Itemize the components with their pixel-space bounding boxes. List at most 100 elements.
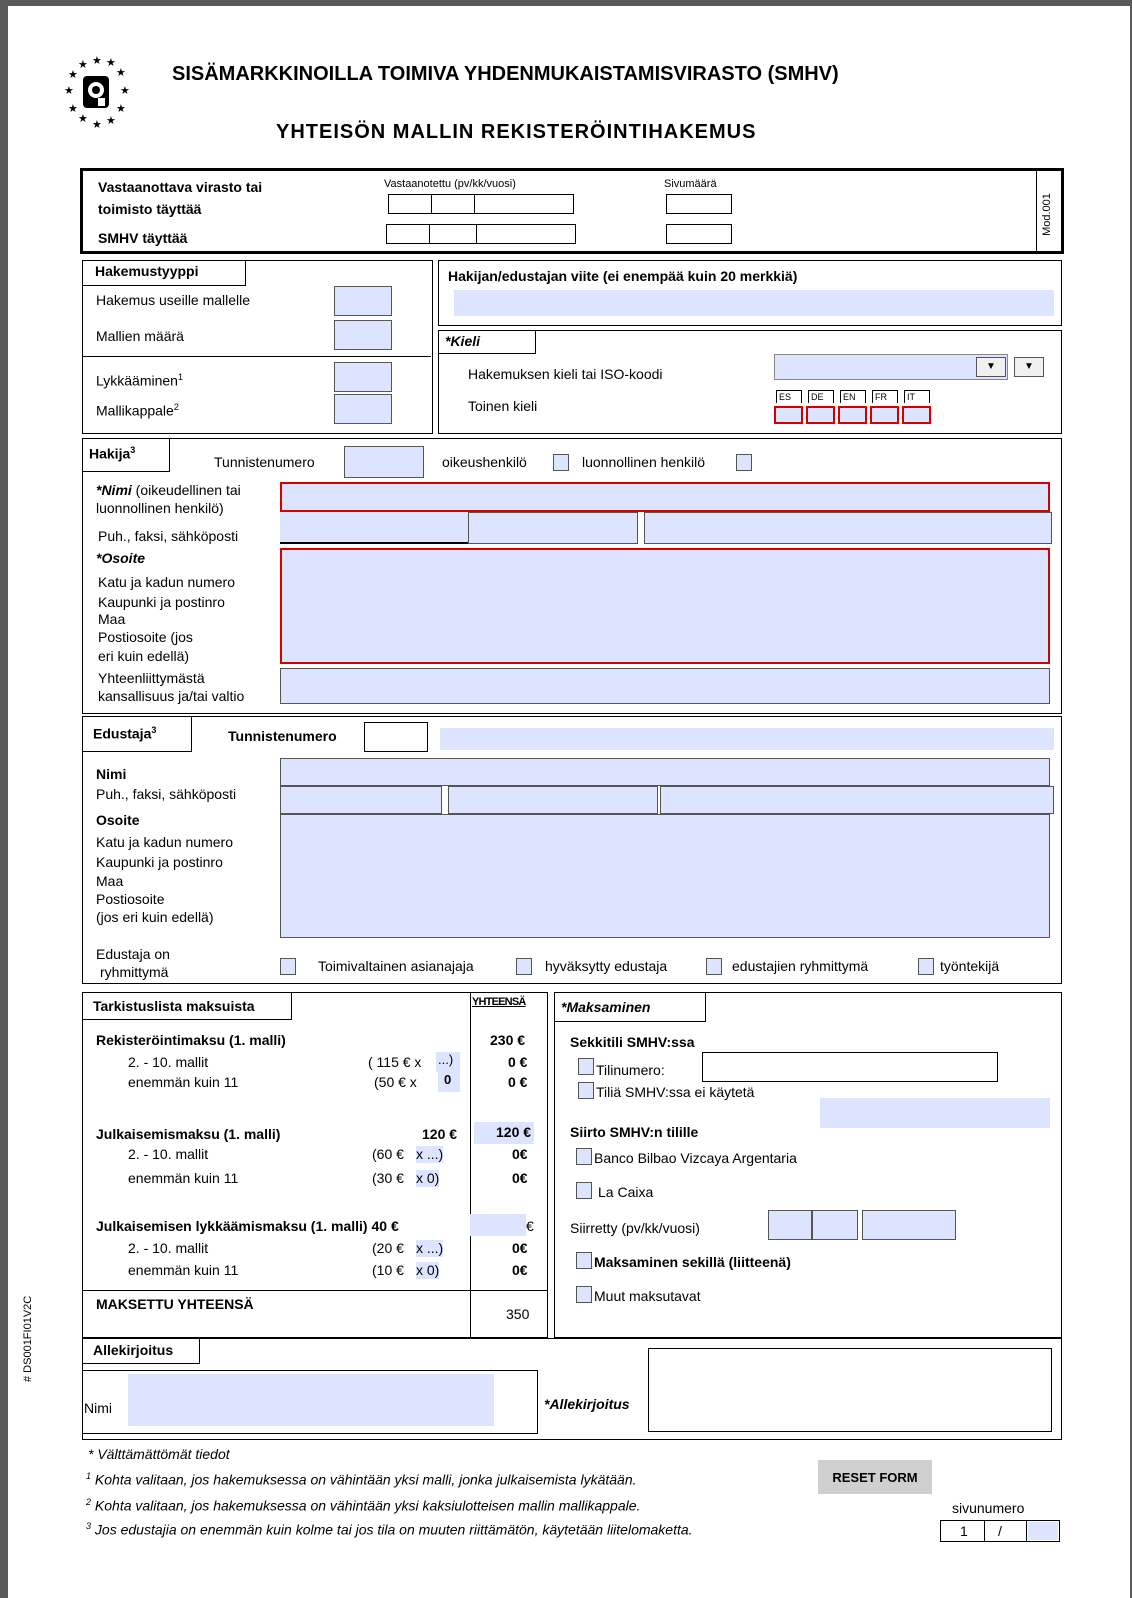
pub-fee-row2-count[interactable]: x ...) bbox=[416, 1146, 444, 1163]
rep-phone-field[interactable] bbox=[280, 786, 442, 814]
fees-total-col-header: YHTEENSÄ bbox=[472, 996, 526, 1008]
smhv-label: SMHV täyttää bbox=[98, 230, 188, 246]
reg-fee-row3-count[interactable]: 0 bbox=[438, 1072, 460, 1092]
transferred-month[interactable] bbox=[812, 1210, 858, 1240]
rep-id-label: Tunnistenumero bbox=[228, 728, 337, 744]
second-language-label: Toinen kieli bbox=[468, 398, 538, 414]
applicant-name-field[interactable] bbox=[280, 482, 1050, 512]
language-tab: *Kieli bbox=[438, 330, 536, 354]
first-language-select[interactable] bbox=[774, 354, 1008, 380]
deferment-checkbox[interactable] bbox=[334, 362, 392, 392]
reference-field[interactable] bbox=[454, 290, 1054, 316]
design-count-field[interactable] bbox=[334, 320, 392, 350]
bank2-checkbox[interactable] bbox=[576, 1182, 592, 1199]
lang-es-checkbox[interactable] bbox=[774, 406, 803, 424]
specimen-checkbox[interactable] bbox=[334, 394, 392, 424]
rep-opt-approved-checkbox[interactable] bbox=[706, 958, 722, 975]
lang-it-checkbox[interactable] bbox=[902, 406, 931, 424]
reg-fee-total: 230 € bbox=[490, 1032, 526, 1048]
account-no-checkbox[interactable] bbox=[578, 1058, 594, 1075]
bank1-checkbox[interactable] bbox=[576, 1148, 592, 1165]
other-payment-label: Muut maksutavat bbox=[594, 1288, 701, 1304]
applicant-email-field[interactable] bbox=[644, 512, 1052, 544]
svg-text:★: ★ bbox=[106, 114, 116, 127]
applicant-addr-label-1: Katu ja kadun numero bbox=[98, 574, 235, 590]
rep-name-label: Nimi bbox=[96, 766, 127, 782]
rep-email-field[interactable] bbox=[660, 786, 1054, 814]
cheque-checkbox[interactable] bbox=[576, 1252, 592, 1269]
signature-field[interactable] bbox=[648, 1348, 1052, 1432]
nationality-label-2: kansallisuus ja/tai valtio bbox=[98, 688, 245, 704]
reg-fee-row2-count[interactable]: ...) bbox=[436, 1052, 460, 1072]
reg-fee-row3-label: enemmän kuin 11 bbox=[128, 1074, 239, 1090]
multiple-designs-checkbox[interactable] bbox=[334, 286, 392, 316]
account-no-field[interactable] bbox=[702, 1052, 998, 1082]
page-total-field[interactable] bbox=[1028, 1522, 1058, 1540]
lang-en-checkbox[interactable] bbox=[838, 406, 867, 424]
svg-text:★: ★ bbox=[116, 66, 126, 79]
reg-fee-row2-total: 0 € bbox=[508, 1054, 528, 1070]
rep-fax-field[interactable] bbox=[448, 786, 658, 814]
rep-address-field[interactable] bbox=[280, 814, 1050, 938]
received-year[interactable] bbox=[474, 194, 574, 214]
def-fee-row2-calc: (20 € bbox=[372, 1240, 404, 1256]
def-fee-row2-label: 2. - 10. mallit bbox=[128, 1240, 209, 1256]
reg-fee-label: Rekisteröintimaksu (1. malli) bbox=[96, 1032, 286, 1048]
rep-group-label-2: ryhmittymä bbox=[100, 964, 169, 980]
signature-tab: Allekirjoitus bbox=[82, 1338, 200, 1364]
def-fee-label: Julkaisemisen lykkäämismaksu (1. malli) … bbox=[96, 1218, 399, 1234]
received-day[interactable] bbox=[388, 194, 432, 214]
reset-form-button[interactable]: RESET FORM bbox=[818, 1460, 932, 1494]
other-payment-checkbox[interactable] bbox=[576, 1286, 592, 1303]
applicant-addr-label-4: Postiosoite (jos bbox=[98, 629, 193, 645]
pub-fee-row3-count[interactable]: x 0) bbox=[416, 1170, 440, 1187]
applicant-address-heading: *Osoite bbox=[96, 550, 146, 566]
cheque-label: Maksaminen sekillä (liitteenä) bbox=[594, 1254, 791, 1270]
def-fee-row3-count[interactable]: x 0) bbox=[416, 1262, 440, 1279]
receiving-office-label: Vastaanottava virasto tai toimisto täytt… bbox=[98, 179, 263, 217]
nationality-field[interactable] bbox=[280, 668, 1050, 704]
rep-id-extra-field[interactable] bbox=[440, 728, 1054, 750]
iso-code-dropdown-arrow-icon[interactable]: ▼ bbox=[1014, 357, 1044, 377]
applicant-address-field[interactable] bbox=[280, 548, 1050, 664]
first-language-dropdown-arrow-icon[interactable]: ▼ bbox=[976, 357, 1006, 377]
lang-code-es: ES bbox=[776, 390, 802, 403]
account-not-used-checkbox[interactable] bbox=[578, 1082, 594, 1099]
rep-opt-lawyer-checkbox[interactable] bbox=[516, 958, 532, 975]
side-code: # DS001FI01V2C bbox=[22, 1295, 34, 1382]
pub-fee-total[interactable]: 120 € bbox=[474, 1122, 534, 1144]
rep-id-field[interactable] bbox=[364, 722, 428, 752]
page-count-field[interactable] bbox=[666, 194, 732, 214]
rep-group-checkbox[interactable] bbox=[280, 958, 296, 975]
transferred-day[interactable] bbox=[768, 1210, 812, 1240]
received-month[interactable] bbox=[431, 194, 475, 214]
account-extra-field[interactable] bbox=[820, 1098, 1050, 1128]
lang-code-de: DE bbox=[808, 390, 834, 403]
applicant-phone-field[interactable] bbox=[280, 512, 468, 544]
rep-name-field[interactable] bbox=[280, 758, 1050, 786]
smhv-month[interactable] bbox=[429, 224, 477, 244]
transferred-year[interactable] bbox=[862, 1210, 956, 1240]
lang-code-fr: FR bbox=[872, 390, 898, 403]
pub-fee-row3-label: enemmän kuin 11 bbox=[128, 1170, 239, 1186]
rep-opt-association-checkbox[interactable] bbox=[918, 958, 934, 975]
legal-person-checkbox[interactable] bbox=[553, 454, 569, 471]
smhv-year[interactable] bbox=[476, 224, 576, 244]
smhv-pages[interactable] bbox=[666, 224, 732, 244]
paid-total-value: 350 bbox=[506, 1306, 530, 1322]
rep-address-heading: Osoite bbox=[96, 812, 140, 828]
lang-de-checkbox[interactable] bbox=[806, 406, 835, 424]
applicant-id-field[interactable] bbox=[344, 446, 424, 478]
applicant-fax-field[interactable] bbox=[468, 512, 638, 544]
def-fee-total[interactable] bbox=[470, 1214, 526, 1236]
natural-person-checkbox[interactable] bbox=[736, 454, 752, 471]
svg-text:★: ★ bbox=[78, 112, 88, 125]
natural-person-label: luonnollinen henkilö bbox=[582, 454, 705, 470]
def-fee-row2-count[interactable]: x ...) bbox=[416, 1240, 444, 1257]
lang-fr-checkbox[interactable] bbox=[870, 406, 899, 424]
deferment-label: Lykkääminen1 bbox=[96, 372, 183, 389]
pub-fee-row2-calc: (60 € bbox=[372, 1146, 404, 1162]
payment-tab: *Maksaminen bbox=[554, 992, 706, 1022]
smhv-day[interactable] bbox=[386, 224, 430, 244]
signature-name-field[interactable] bbox=[128, 1374, 494, 1426]
